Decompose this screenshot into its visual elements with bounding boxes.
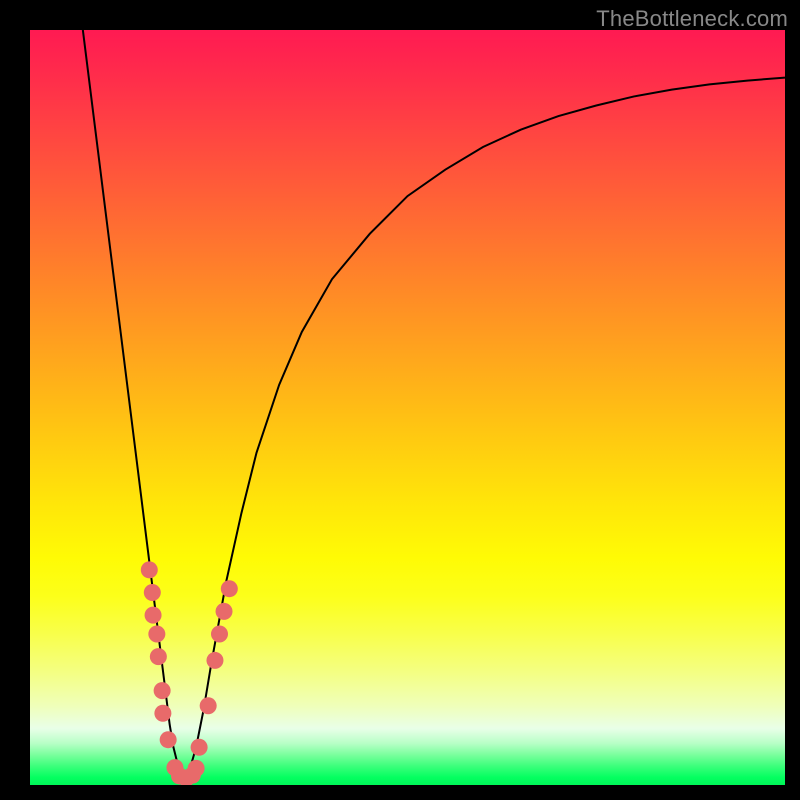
chart-frame: TheBottleneck.com <box>0 0 800 800</box>
chart-svg <box>30 30 785 785</box>
marker-point <box>188 760 205 777</box>
marker-point <box>145 607 162 624</box>
curve-group <box>83 30 785 781</box>
marker-point <box>154 705 171 722</box>
marker-point <box>150 648 167 665</box>
marker-point <box>141 561 158 578</box>
marker-point <box>154 682 171 699</box>
curve-left-branch <box>83 30 183 781</box>
marker-point <box>221 580 238 597</box>
marker-point <box>211 626 228 643</box>
marker-point <box>216 603 233 620</box>
marker-point <box>191 739 208 756</box>
marker-point <box>148 626 165 643</box>
marker-point <box>160 731 177 748</box>
curve-right-branch <box>183 78 785 782</box>
marker-point <box>200 697 217 714</box>
plot-area <box>30 30 785 785</box>
marker-point <box>144 584 161 601</box>
marker-point <box>206 652 223 669</box>
watermark-text: TheBottleneck.com <box>596 6 788 32</box>
